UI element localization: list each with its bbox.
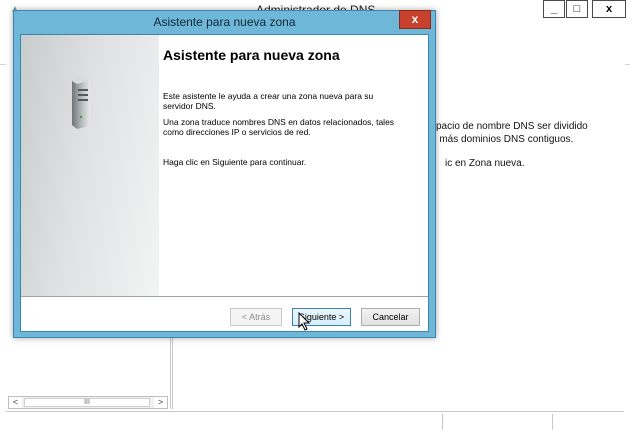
wizard-side-banner	[21, 35, 159, 296]
status-divider	[552, 414, 553, 430]
tree-horizontal-scrollbar[interactable]: < III >	[8, 396, 168, 409]
close-button[interactable]: x	[592, 0, 626, 18]
status-divider	[442, 414, 443, 430]
details-line-3: ic en Zona nueva.	[445, 158, 525, 169]
scroll-thumb[interactable]: III	[24, 398, 150, 407]
new-zone-wizard-dialog: Asistente para nueva zona x Asistente pa…	[13, 10, 436, 338]
wizard-close-button[interactable]: x	[399, 10, 431, 29]
details-line-1: spacio de nombre DNS ser dividido	[431, 121, 588, 132]
status-bar	[6, 411, 624, 432]
wizard-body: Asistente para nueva zona Este asistente…	[20, 34, 429, 332]
wizard-zone-description: Una zona traduce nombres DNS en datos re…	[163, 117, 395, 137]
wizard-continue-hint: Haga clic en Siguiente para continuar.	[163, 157, 307, 167]
scroll-left-arrow-icon[interactable]: <	[9, 397, 22, 408]
wizard-separator	[21, 296, 428, 297]
maximize-button[interactable]: □	[566, 0, 588, 18]
details-line-2: o más dominios DNS contiguos.	[431, 134, 574, 145]
minimize-button[interactable]: _	[543, 0, 565, 18]
mouse-cursor-icon	[298, 312, 311, 331]
wizard-intro-text: Este asistente le ayuda a crear una zona…	[163, 91, 374, 111]
wizard-window-title: Asistente para nueva zona	[153, 15, 296, 29]
wizard-heading: Asistente para nueva zona	[163, 47, 340, 63]
server-icon	[72, 77, 90, 129]
cancel-button[interactable]: Cancelar	[361, 308, 420, 326]
back-button[interactable]: < Atrás	[230, 308, 282, 326]
scroll-right-arrow-icon[interactable]: >	[154, 397, 167, 408]
wizard-titlebar[interactable]: Asistente para nueva zona x	[14, 10, 435, 33]
